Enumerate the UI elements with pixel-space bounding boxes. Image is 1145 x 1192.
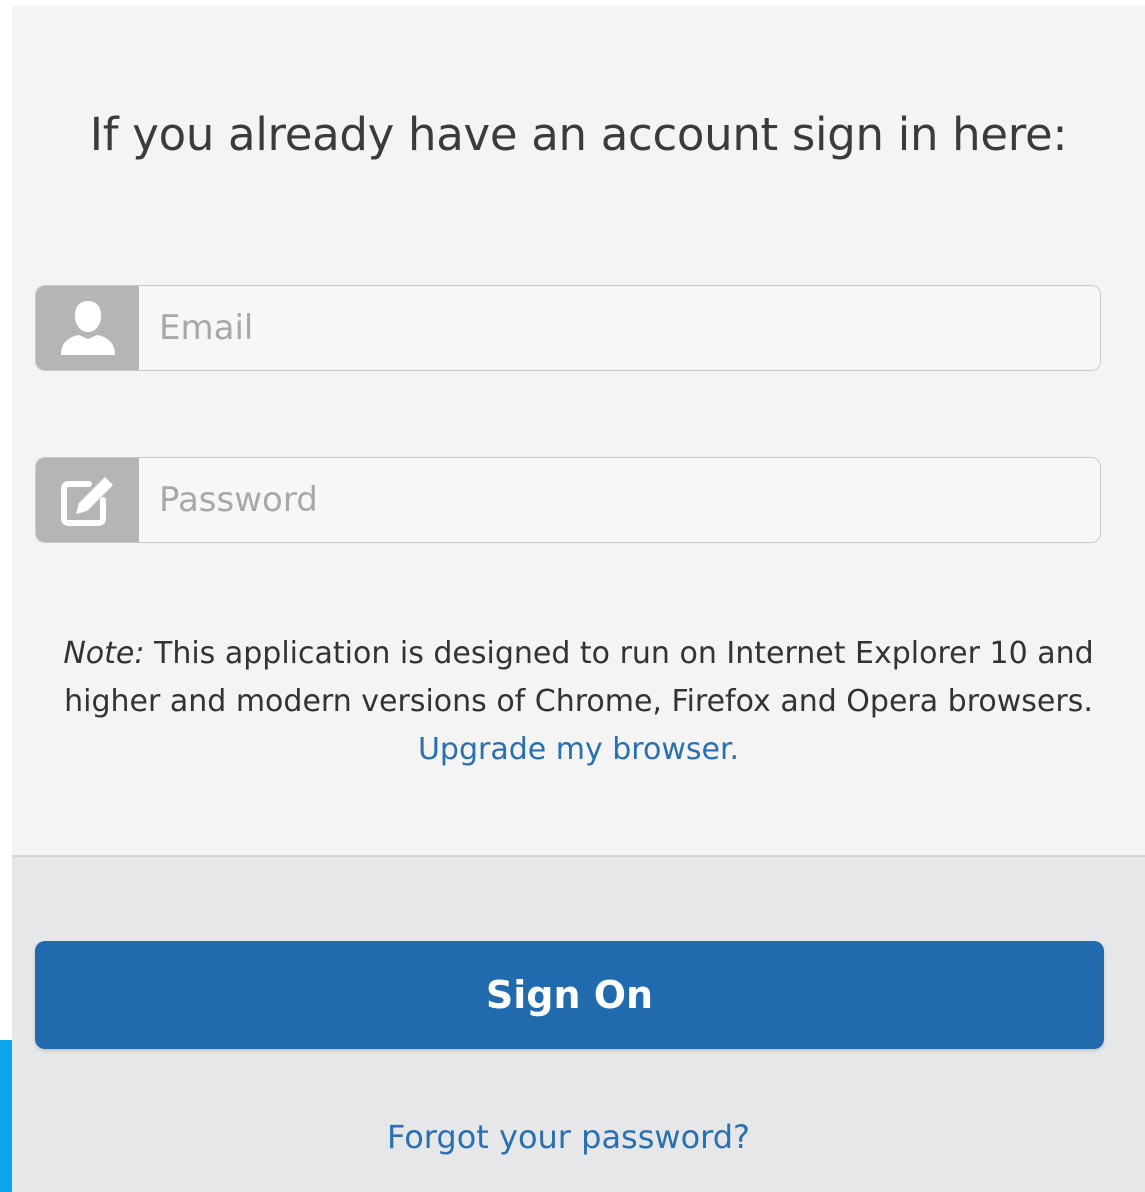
email-field-group [35,285,1101,371]
password-field-group [35,457,1101,543]
note-text: This application is designed to run on I… [64,636,1094,719]
password-addon [36,458,139,542]
upgrade-browser-link[interactable]: Upgrade my browser. [418,732,739,767]
sign-on-button[interactable]: Sign On [35,941,1104,1049]
email-input[interactable] [139,286,1100,370]
left-accent-bar [0,1040,12,1192]
forgot-password-link[interactable]: Forgot your password? [12,1118,1125,1156]
page-title: If you already have an account sign in h… [89,108,1068,161]
sign-in-panel: If you already have an account sign in h… [12,6,1145,1192]
user-icon [60,301,115,355]
sign-in-form-section: If you already have an account sign in h… [12,6,1145,857]
note-label: Note: [63,636,145,671]
edit-icon [60,477,113,526]
password-input[interactable] [139,458,1100,542]
browser-note: Note: This application is designed to ru… [52,630,1105,774]
page: If you already have an account sign in h… [0,0,1145,1192]
email-addon [36,286,139,370]
